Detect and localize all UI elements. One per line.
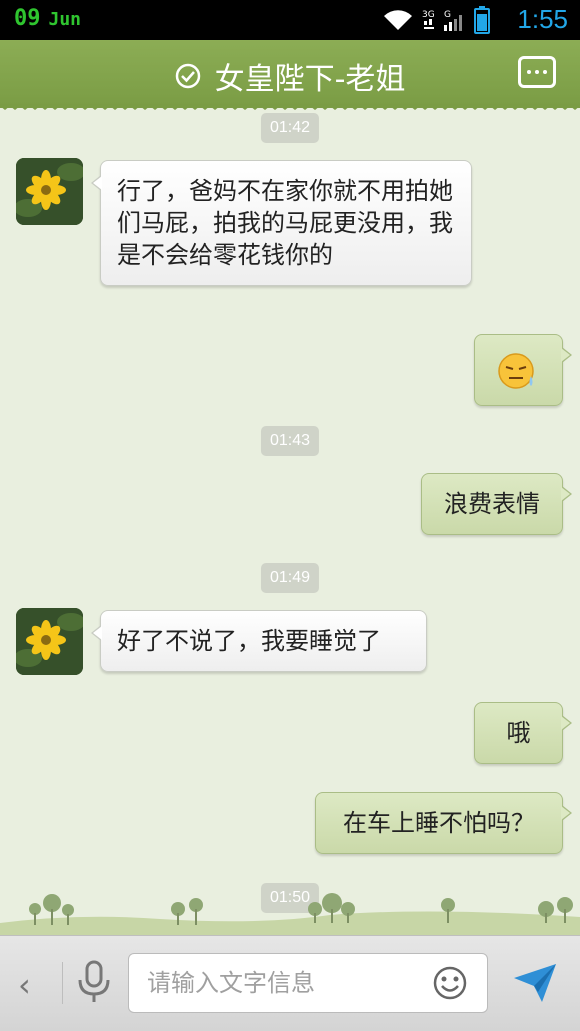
flower-avatar-icon <box>16 608 83 675</box>
svg-text:G: G <box>444 10 451 20</box>
outgoing-message[interactable]: 浪费表情 <box>421 473 572 535</box>
status-bar: 09 Jun 3G G 1:55 <box>0 0 580 40</box>
chat-title: 女皇陛下-老姐 <box>214 62 406 97</box>
message-text: 好了不说了，我要睡觉了 <box>117 627 381 655</box>
smiley-icon <box>433 966 467 1000</box>
message-text: 行了，爸妈不在家你就不用拍她们马屁，拍我的马屁更没用，我是不会给零花钱你的 <box>117 177 453 269</box>
status-day: 09 <box>14 6 41 31</box>
sweat-emoji <box>498 353 534 389</box>
timestamp: 01:42 <box>260 113 320 143</box>
timestamp: 01:49 <box>260 563 320 593</box>
status-month: Jun <box>48 9 82 30</box>
timestamp: 01:43 <box>260 426 320 456</box>
status-time: 1:55 <box>517 4 568 34</box>
outgoing-message[interactable]: 哦 <box>474 702 572 764</box>
flower-avatar-icon <box>16 158 83 225</box>
wifi-icon <box>384 10 412 30</box>
incoming-message[interactable]: 行了，爸妈不在家你就不用拍她们马屁，拍我的马屁更没用，我是不会给零花钱你的 <box>91 160 472 286</box>
status-icons: 3G G <box>382 6 490 34</box>
voice-button[interactable] <box>76 960 112 1008</box>
background-scenery <box>0 893 580 935</box>
3g-signal-icon: 3G G <box>422 10 462 31</box>
avatar[interactable] <box>16 608 83 675</box>
more-button[interactable] <box>518 56 556 88</box>
outgoing-message[interactable]: 在车上睡不怕吗？ <box>315 792 572 854</box>
message-text: 哦 <box>506 719 531 747</box>
incoming-message[interactable]: 好了不说了，我要睡觉了 <box>91 610 427 672</box>
chat-title-area: 女皇陛下-老姐 <box>0 54 580 98</box>
send-icon <box>514 964 556 1002</box>
emoji-button[interactable] <box>432 965 468 1005</box>
chevron-left-icon[interactable]: ‹ <box>18 966 31 1004</box>
message-text: 浪费表情 <box>444 490 540 518</box>
message-text: 在车上睡不怕吗？ <box>343 809 535 837</box>
title-bar-edge <box>0 104 580 110</box>
divider <box>62 962 63 1004</box>
more-icon <box>527 70 531 74</box>
microphone-icon <box>78 960 110 1002</box>
battery-icon <box>474 6 490 34</box>
check-circle-icon <box>175 63 200 89</box>
outgoing-message[interactable] <box>474 334 572 406</box>
network-label: 3G <box>422 10 435 20</box>
status-date: 09 Jun <box>14 6 81 31</box>
avatar[interactable] <box>16 158 83 225</box>
send-button[interactable] <box>512 962 558 1008</box>
